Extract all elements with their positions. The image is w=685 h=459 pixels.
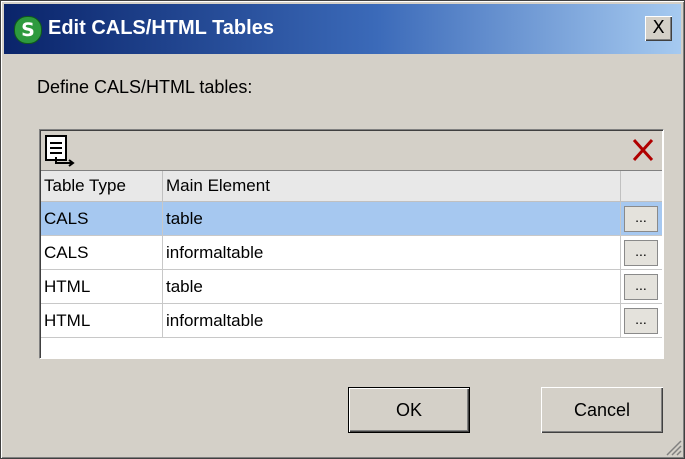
row-edit-button[interactable]: ... (624, 240, 658, 266)
table-row[interactable]: HTML table ... (41, 270, 662, 304)
column-header-main-element[interactable]: Main Element (163, 171, 621, 201)
table-row[interactable]: HTML informaltable ... (41, 304, 662, 338)
prompt-label: Define CALS/HTML tables: (37, 77, 253, 97)
table-type-cell[interactable]: HTML (41, 304, 163, 337)
cancel-button[interactable]: Cancel (541, 387, 663, 433)
grid-header: Table Type Main Element (41, 171, 662, 202)
table-type-cell[interactable]: HTML (41, 270, 163, 303)
title-bar[interactable]: S Edit CALS/HTML Tables X (4, 4, 681, 54)
table-row[interactable]: CALS table ... (41, 202, 662, 236)
close-button[interactable]: X (645, 16, 672, 41)
delete-row-icon (632, 138, 654, 162)
main-element-cell[interactable]: table (163, 270, 621, 303)
ok-button[interactable]: OK (348, 387, 470, 433)
append-row-icon (45, 135, 75, 167)
row-edit-button[interactable]: ... (624, 308, 658, 334)
tables-grid: Table Type Main Element CALS table ... C… (39, 129, 664, 359)
row-edit-button[interactable]: ... (624, 206, 658, 232)
resize-grip-icon[interactable] (664, 438, 682, 456)
dialog-title: Edit CALS/HTML Tables (48, 17, 274, 39)
app-logo-icon: S (14, 16, 42, 44)
row-edit-button[interactable]: ... (624, 274, 658, 300)
main-element-cell[interactable]: table (163, 202, 621, 235)
grid-toolbar (41, 131, 662, 171)
append-row-button[interactable] (41, 132, 79, 168)
delete-row-button[interactable] (624, 132, 662, 168)
column-header-table-type[interactable]: Table Type (41, 171, 163, 201)
table-row[interactable]: CALS informaltable ... (41, 236, 662, 270)
table-type-cell[interactable]: CALS (41, 202, 163, 235)
main-element-cell[interactable]: informaltable (163, 304, 621, 337)
dialog-window: S Edit CALS/HTML Tables X Define CALS/HT… (0, 0, 685, 459)
main-element-cell[interactable]: informaltable (163, 236, 621, 269)
table-type-cell[interactable]: CALS (41, 236, 163, 269)
